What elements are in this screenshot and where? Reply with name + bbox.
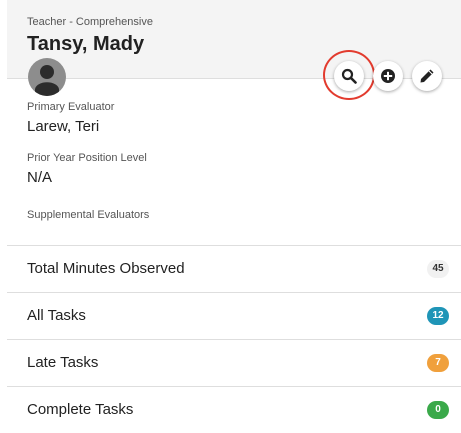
stat-label: Complete Tasks: [27, 401, 134, 418]
user-silhouette-icon: [35, 65, 59, 96]
supplemental-evaluators-label: Supplemental Evaluators: [27, 209, 150, 221]
count-badge: 12: [427, 307, 449, 325]
primary-evaluator-label: Primary Evaluator: [27, 101, 115, 113]
evaluation-card: Teacher - Comprehensive Tansy, Mady Prim…: [7, 0, 461, 433]
add-button[interactable]: [373, 61, 403, 91]
prior-year-label: Prior Year Position Level: [27, 152, 147, 164]
count-badge: 0: [427, 401, 449, 419]
stat-row-late-tasks[interactable]: Late Tasks 7: [7, 340, 461, 386]
pencil-icon: [420, 69, 434, 83]
stat-label: All Tasks: [27, 307, 86, 324]
plus-circle-icon: [381, 69, 395, 83]
stat-label: Total Minutes Observed: [27, 260, 185, 277]
prior-year-value: N/A: [27, 169, 53, 186]
stat-label: Late Tasks: [27, 354, 99, 371]
position-role: Teacher - Comprehensive: [27, 16, 153, 28]
search-button[interactable]: [334, 61, 364, 91]
avatar: [28, 58, 66, 96]
stat-row-complete-tasks[interactable]: Complete Tasks 0: [7, 387, 461, 433]
stat-row-total-minutes[interactable]: Total Minutes Observed 45: [7, 246, 461, 292]
primary-evaluator-value: Larew, Teri: [27, 118, 100, 135]
teacher-name: Tansy, Mady: [27, 33, 145, 55]
edit-button[interactable]: [412, 61, 442, 91]
count-badge: 7: [427, 354, 449, 372]
magnifier-icon: [341, 68, 357, 84]
count-badge: 45: [427, 260, 449, 278]
stat-row-all-tasks[interactable]: All Tasks 12: [7, 293, 461, 339]
